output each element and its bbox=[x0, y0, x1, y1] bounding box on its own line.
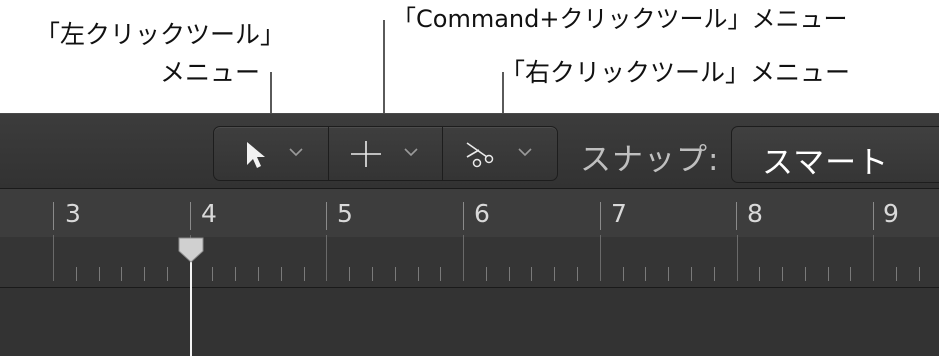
bar-line-tick bbox=[600, 235, 601, 281]
beat-tick bbox=[850, 267, 851, 281]
command-click-leader-line bbox=[383, 20, 385, 124]
bar-ruler[interactable]: 3 4 5 6 7 8 9 bbox=[0, 188, 939, 238]
beat-tick bbox=[805, 267, 806, 281]
beat-tick bbox=[645, 267, 646, 281]
playhead-line bbox=[190, 256, 192, 356]
left-click-tool-callout-line2: メニュー bbox=[160, 58, 261, 87]
bar-tick bbox=[190, 202, 191, 230]
bar-number: 9 bbox=[883, 199, 899, 228]
toolbar: スナップ: スマート bbox=[0, 113, 939, 189]
bar-tick bbox=[736, 202, 737, 230]
beat-tick bbox=[144, 267, 145, 281]
snap-label: スナップ: bbox=[580, 142, 720, 178]
beat-tick bbox=[896, 267, 897, 281]
beat-tick bbox=[212, 267, 213, 281]
right-click-tool-menu[interactable] bbox=[443, 127, 557, 180]
right-click-tool-callout: 「右クリックツール」メニュー bbox=[500, 58, 851, 87]
snap-mode-select[interactable]: スマート bbox=[731, 126, 939, 183]
chevron-down-icon bbox=[404, 148, 418, 157]
left-click-tool-menu[interactable] bbox=[214, 127, 329, 180]
bar-line-tick bbox=[737, 235, 738, 281]
left-click-tool-callout-line1: 「左クリックツール」 bbox=[35, 20, 286, 49]
beat-tick bbox=[99, 267, 100, 281]
chevron-down-icon bbox=[518, 148, 532, 157]
beat-tick bbox=[782, 267, 783, 281]
beat-tick bbox=[668, 267, 669, 281]
beat-tick bbox=[623, 267, 624, 281]
beat-tick bbox=[395, 267, 396, 281]
bar-line-tick bbox=[873, 235, 874, 281]
snap-value: スマート bbox=[762, 145, 890, 181]
beat-tick bbox=[167, 267, 168, 281]
bar-tick bbox=[326, 202, 327, 230]
bar-tick bbox=[600, 202, 601, 230]
beat-tick bbox=[759, 267, 760, 281]
bar-number: 7 bbox=[611, 199, 627, 228]
bar-number: 3 bbox=[65, 199, 81, 228]
track-area[interactable] bbox=[0, 288, 939, 356]
pointer-icon bbox=[247, 142, 265, 168]
beat-tick bbox=[349, 267, 350, 281]
bar-number: 5 bbox=[337, 199, 353, 228]
beat-tick bbox=[919, 267, 920, 281]
beat-tick bbox=[258, 267, 259, 281]
tool-menus-group bbox=[213, 126, 558, 181]
bar-tick bbox=[53, 202, 54, 230]
bar-tick bbox=[463, 202, 464, 230]
beat-ruler[interactable] bbox=[0, 235, 939, 288]
beat-tick bbox=[418, 267, 419, 281]
beat-tick bbox=[714, 267, 715, 281]
chevron-down-icon bbox=[289, 148, 303, 157]
crosshair-icon bbox=[350, 141, 381, 167]
playhead-handle[interactable] bbox=[176, 237, 206, 263]
beat-tick bbox=[121, 267, 122, 281]
bar-number: 4 bbox=[201, 199, 217, 228]
command-click-tool-callout: 「Command+クリックツール」メニュー bbox=[392, 5, 848, 33]
beat-tick bbox=[531, 267, 532, 281]
beat-tick bbox=[235, 267, 236, 281]
beat-tick bbox=[577, 267, 578, 281]
bar-number: 8 bbox=[747, 199, 763, 228]
command-click-tool-menu[interactable] bbox=[329, 127, 444, 180]
beat-tick bbox=[486, 267, 487, 281]
beat-tick bbox=[281, 267, 282, 281]
beat-tick bbox=[76, 267, 77, 281]
beat-tick bbox=[304, 267, 305, 281]
beat-tick bbox=[440, 267, 441, 281]
beat-tick bbox=[691, 267, 692, 281]
scissors-icon bbox=[466, 142, 494, 168]
beat-tick bbox=[828, 267, 829, 281]
beat-tick bbox=[554, 267, 555, 281]
bar-number: 6 bbox=[474, 199, 490, 228]
bar-line-tick bbox=[463, 235, 464, 281]
beat-tick bbox=[509, 267, 510, 281]
beat-tick bbox=[372, 267, 373, 281]
bar-line-tick bbox=[53, 235, 54, 281]
bar-line-tick bbox=[326, 235, 327, 281]
bar-tick bbox=[873, 202, 874, 230]
